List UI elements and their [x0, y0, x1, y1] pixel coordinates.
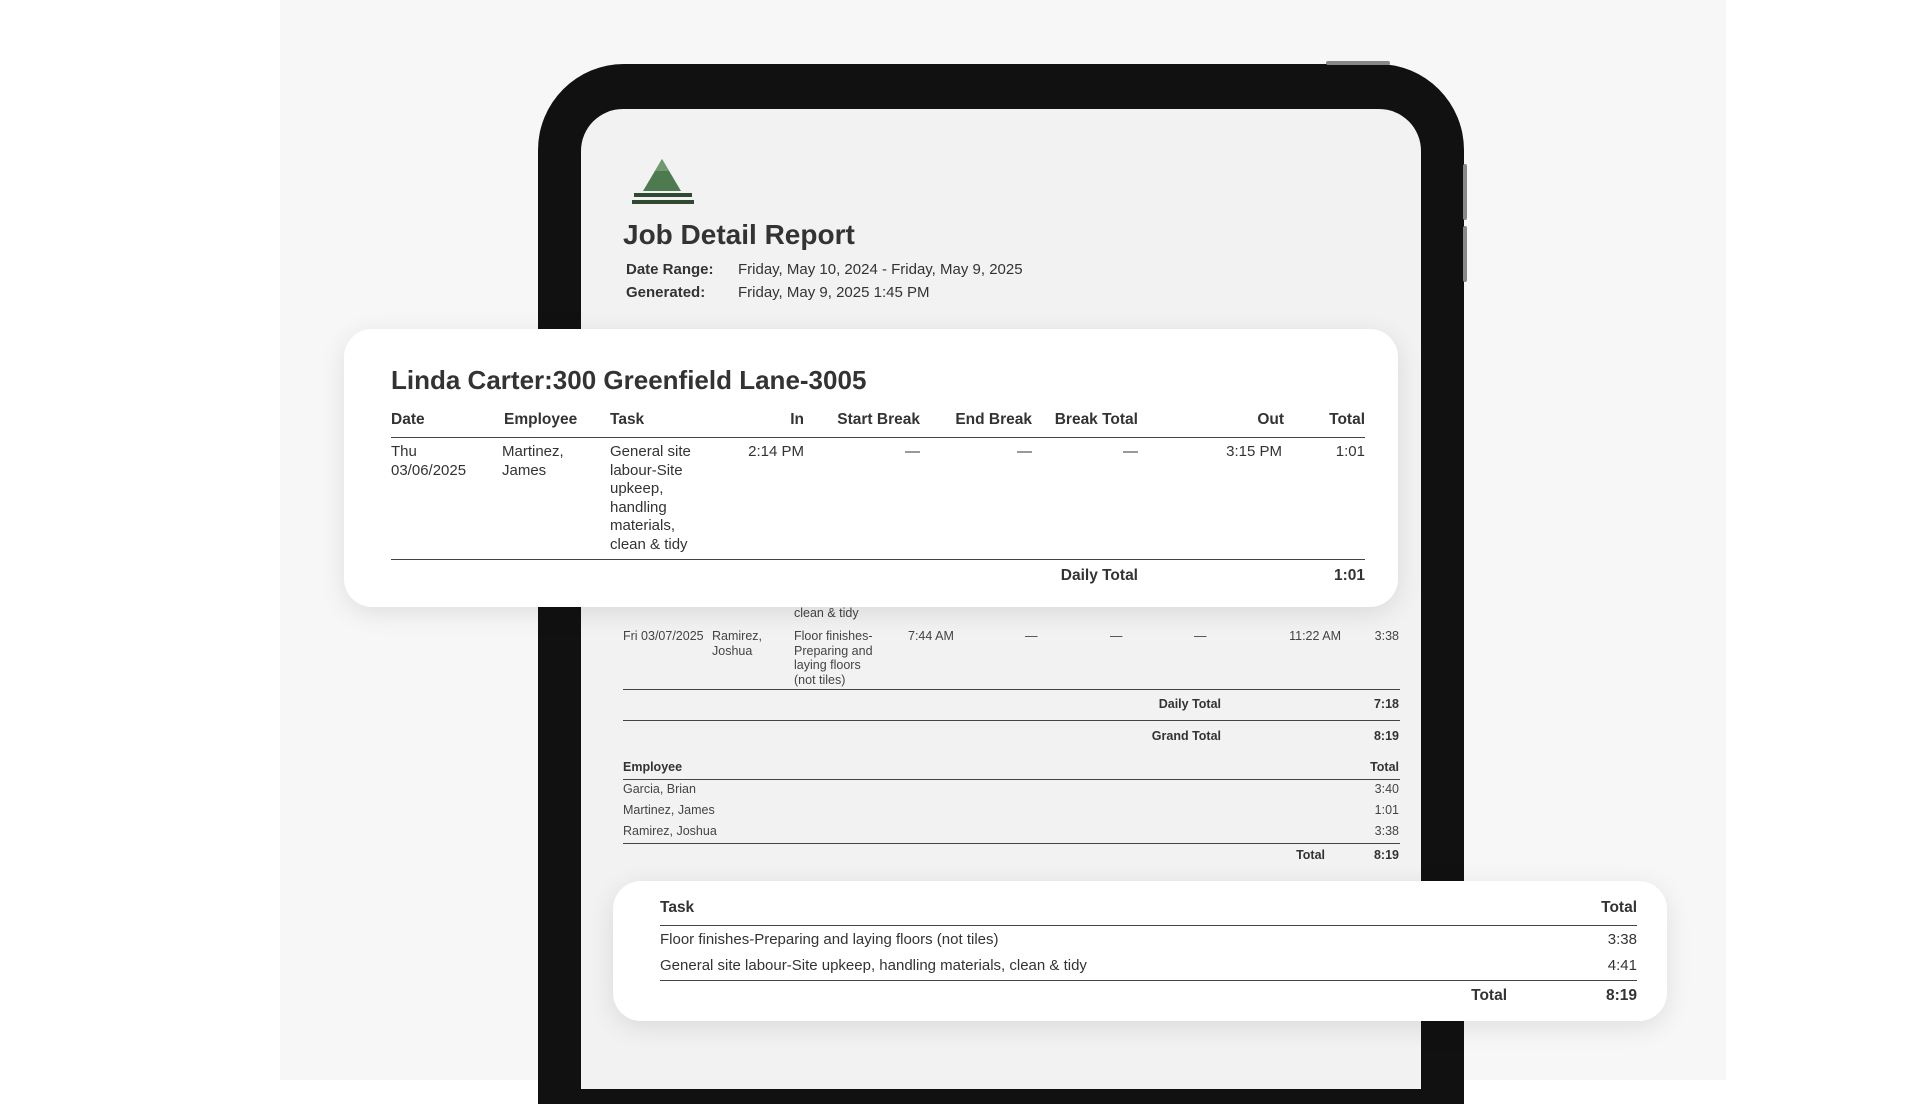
job-detail-card: Linda Carter:300 Greenfield Lane-3005 Da… — [344, 329, 1398, 607]
row-in: 2:14 PM — [748, 443, 804, 460]
col-end-break-header: End Break — [955, 411, 1032, 428]
row-task: Floor finishes-Preparing and laying floo… — [794, 629, 873, 687]
row-in: 7:44 AM — [908, 629, 954, 643]
header-divider — [391, 437, 1365, 438]
tablet-side-button — [1463, 164, 1467, 220]
row-start-break: — — [1025, 629, 1038, 643]
divider — [623, 843, 1400, 844]
col-employee-header: Employee — [504, 411, 578, 428]
row-end-break: — — [1017, 443, 1032, 460]
employee-name: Martinez, James — [623, 803, 715, 817]
row-end-break: — — [1110, 629, 1123, 643]
generated-row: Generated: Friday, May 9, 2025 1:45 PM — [626, 284, 929, 301]
row-divider — [660, 980, 1637, 981]
col-start-break-header: Start Break — [837, 411, 920, 428]
row-out: 3:15 PM — [1226, 443, 1282, 460]
col-break-total-header: Break Total — [1054, 411, 1138, 428]
col-out-header: Out — [1257, 411, 1284, 428]
tablet-side-button — [1463, 226, 1467, 282]
col-in-header: In — [790, 411, 804, 428]
employee-total-header: Total — [1370, 760, 1399, 774]
row-start-break: — — [905, 443, 920, 460]
employee-total: 1:01 — [1374, 803, 1399, 817]
daily-total-label: Daily Total — [1060, 567, 1138, 584]
row-break-total: — — [1194, 629, 1207, 643]
tablet-top-button — [1326, 61, 1390, 65]
grand-total-value: 8:19 — [1373, 729, 1399, 743]
grand-total-label: Grand Total — [1151, 729, 1221, 743]
company-logo — [632, 159, 694, 204]
task-total: 4:41 — [1607, 957, 1637, 974]
generated-value: Friday, May 9, 2025 1:45 PM — [738, 284, 930, 301]
col-date-header: Date — [391, 411, 425, 428]
row-break-total: — — [1123, 443, 1138, 460]
col-task-header: Task — [610, 411, 645, 428]
employee-header: Employee — [623, 760, 683, 774]
daily-total-value: 1:01 — [1333, 567, 1365, 584]
employee-total: 3:40 — [1374, 782, 1399, 796]
report-title: Job Detail Report — [623, 219, 855, 250]
task-summary-card: Task Total Floor finishes-Preparing and … — [613, 881, 1667, 1021]
row-date: Fri 03/07/2025 — [623, 629, 704, 643]
employee-summary-total-value: 8:19 — [1373, 848, 1399, 862]
row-total: 1:01 — [1335, 443, 1365, 460]
task-name: Floor finishes-Preparing and laying floo… — [660, 931, 999, 948]
divider — [623, 779, 1400, 780]
divider — [623, 720, 1400, 721]
row-task: General site labour-Site upkeep, handlin… — [610, 443, 691, 553]
partial-task-text: clean & tidy — [794, 606, 859, 620]
task-name: General site labour-Site upkeep, handlin… — [660, 957, 1087, 974]
row-employee: Martinez, James — [502, 443, 564, 479]
divider — [623, 689, 1400, 690]
header-divider — [660, 925, 1637, 926]
task-total: 3:38 — [1607, 931, 1637, 948]
job-title: Linda Carter:300 Greenfield Lane-3005 — [391, 365, 867, 395]
task-header: Task — [660, 899, 695, 916]
employee-name: Ramirez, Joshua — [623, 824, 717, 838]
date-range-row: Date Range: Friday, May 10, 2024 - Friday… — [626, 261, 1023, 278]
employee-name: Garcia, Brian — [623, 782, 696, 796]
generated-label: Generated: — [626, 284, 706, 301]
row-employee: Ramirez, Joshua — [712, 629, 763, 658]
employee-total: 3:38 — [1374, 824, 1399, 838]
task-summary-total-label: Total — [1471, 987, 1507, 1004]
task-total-header: Total — [1601, 899, 1637, 916]
daily-total-label: Daily Total — [1158, 697, 1221, 711]
row-total: 3:38 — [1374, 629, 1399, 643]
date-range-value: Friday, May 10, 2024 - Friday, May 9, 20… — [738, 261, 1023, 278]
task-summary-total-value: 8:19 — [1605, 987, 1637, 1004]
daily-total-value: 7:18 — [1373, 697, 1399, 711]
date-range-label: Date Range: — [626, 261, 714, 278]
col-total-header: Total — [1329, 411, 1365, 428]
row-divider — [391, 559, 1365, 560]
row-date: Thu 03/06/2025 — [391, 443, 467, 479]
